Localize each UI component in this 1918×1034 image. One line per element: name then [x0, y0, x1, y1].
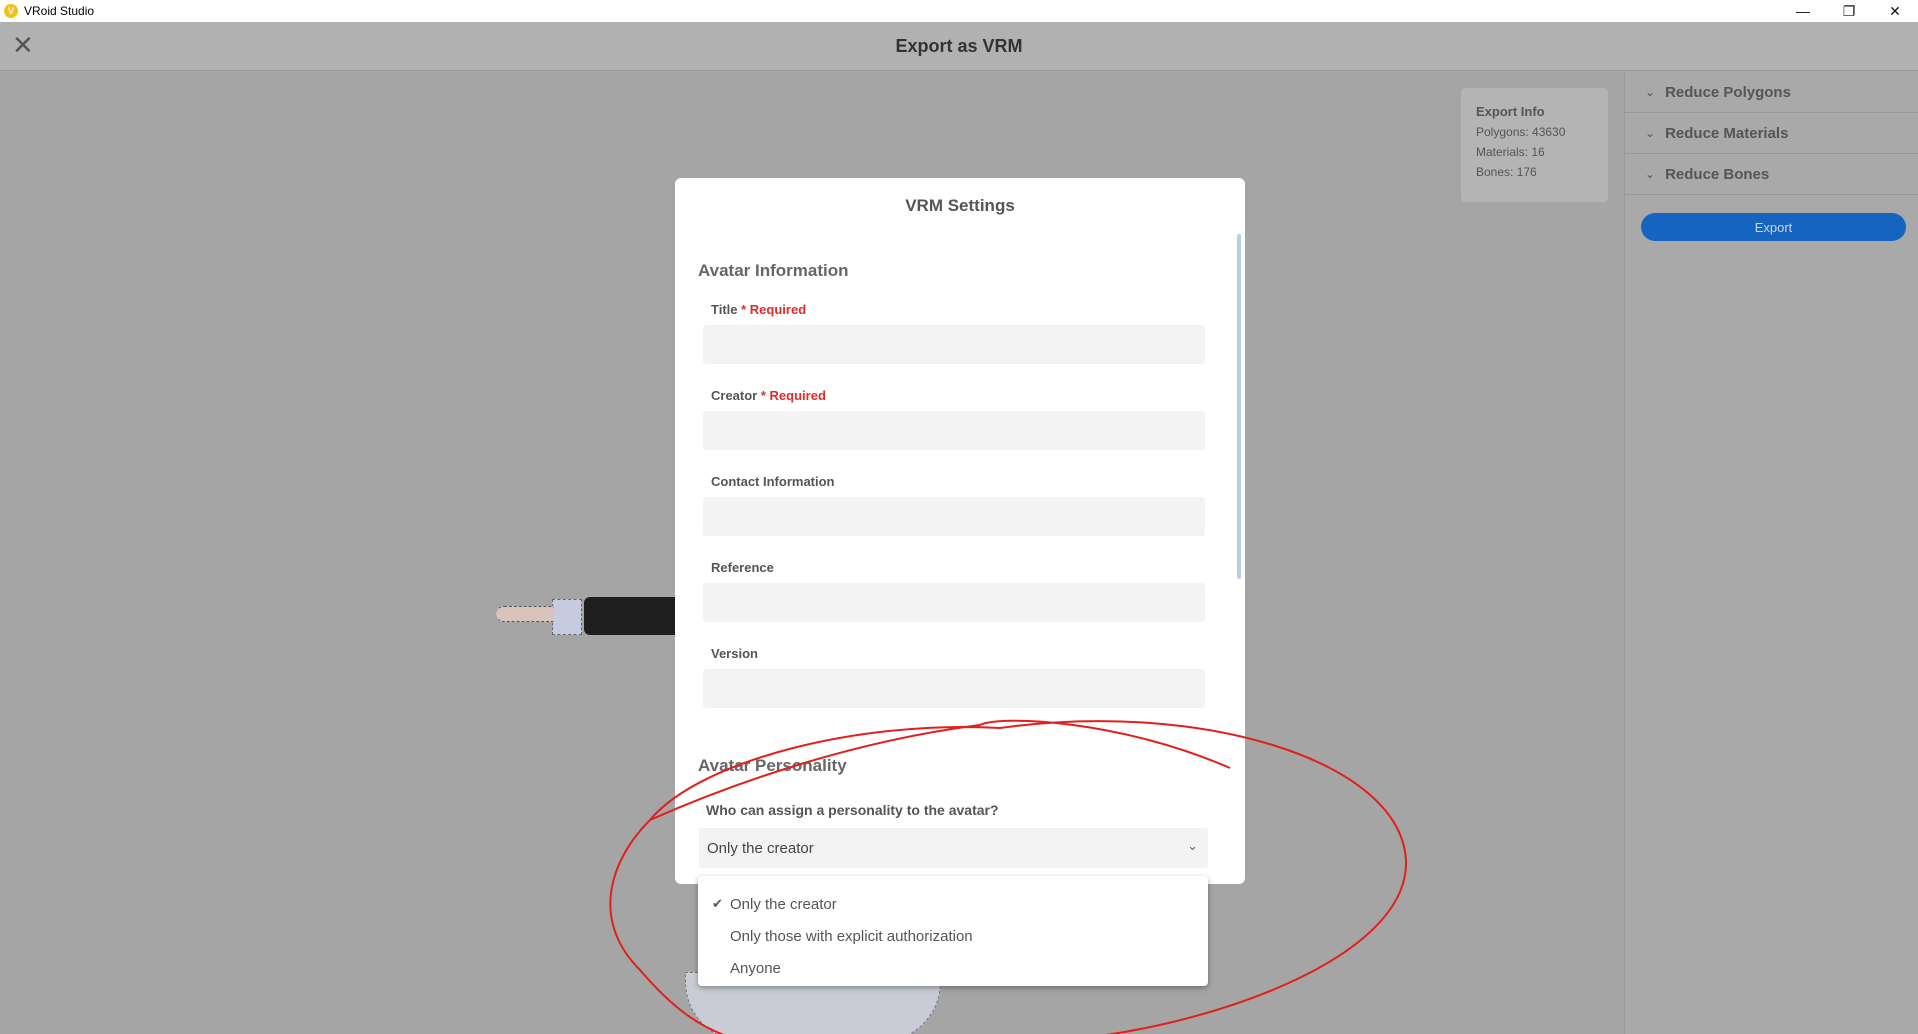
avatar-hand: [496, 606, 554, 622]
chevron-down-icon: ⌄: [1645, 126, 1656, 140]
minimize-button[interactable]: —: [1780, 0, 1826, 22]
avatar-arm-cuff: [552, 599, 582, 635]
reference-label: Reference: [711, 560, 774, 575]
option-label: Only those with explicit authorization: [730, 927, 973, 945]
reduce-materials-label: Reduce Materials: [1665, 124, 1789, 142]
personality-selected-value: Only the creator: [707, 839, 814, 857]
window-close-button[interactable]: ✕: [1872, 0, 1918, 22]
avatar-information-heading: Avatar Information: [698, 261, 849, 280]
personality-select[interactable]: Only the creator ⌄: [699, 828, 1208, 868]
option-anyone[interactable]: Anyone: [698, 952, 1208, 984]
bones-count: Bones: 176: [1476, 165, 1537, 179]
option-label: Anyone: [730, 959, 781, 977]
title-label-text: Title: [711, 302, 738, 317]
personality-dropdown-menu: ✔ Only the creator Only those with expli…: [698, 876, 1208, 986]
export-info-panel: Export Info Polygons: 43630 Materials: 1…: [1461, 88, 1608, 202]
vrm-settings-dialog: VRM Settings Avatar Information Title * …: [675, 178, 1245, 884]
app-title: VRoid Studio: [24, 4, 95, 18]
chevron-down-icon: ⌄: [1645, 85, 1656, 99]
dialog-title: VRM Settings: [905, 196, 1015, 215]
dialog-scrollbar[interactable]: [1237, 234, 1241, 579]
title-input[interactable]: [703, 325, 1205, 364]
reduce-polygons-section[interactable]: ⌄ Reduce Polygons: [1625, 72, 1918, 113]
chevron-down-icon: ⌄: [1187, 838, 1198, 853]
restore-button[interactable]: ❐: [1826, 0, 1872, 22]
reference-input[interactable]: [703, 583, 1205, 622]
export-button[interactable]: Export: [1641, 213, 1906, 241]
option-label: Only the creator: [730, 895, 837, 913]
export-header: ✕ Export as VRM: [0, 22, 1918, 71]
checkmark-icon: ✔: [712, 896, 723, 911]
export-info-title: Export Info: [1476, 104, 1545, 119]
option-explicit-authorization[interactable]: Only those with explicit authorization: [698, 920, 1208, 952]
contact-information-input[interactable]: [703, 497, 1205, 536]
window-controls: — ❐ ✕: [1780, 0, 1918, 22]
reduce-polygons-label: Reduce Polygons: [1665, 83, 1791, 101]
personality-question-label: Who can assign a personality to the avat…: [706, 802, 999, 818]
creator-input[interactable]: [703, 411, 1205, 450]
avatar-arm-sleeve: [584, 597, 678, 635]
required-marker: * Required: [741, 302, 807, 317]
creator-label: Creator * Required: [711, 388, 826, 403]
avatar-personality-heading: Avatar Personality: [698, 756, 847, 775]
polygons-count: Polygons: 43630: [1476, 125, 1566, 139]
window-titlebar: V VRoid Studio — ❐ ✕: [0, 0, 1918, 22]
creator-label-text: Creator: [711, 388, 758, 403]
page-title: Export as VRM: [895, 36, 1023, 56]
reduce-bones-section[interactable]: ⌄ Reduce Bones: [1625, 154, 1918, 195]
contact-information-label: Contact Information: [711, 474, 835, 489]
version-label: Version: [711, 646, 758, 661]
reduce-materials-section[interactable]: ⌄ Reduce Materials: [1625, 113, 1918, 154]
reduce-bones-label: Reduce Bones: [1665, 165, 1770, 183]
vroid-logo-icon: V: [4, 4, 18, 18]
version-input[interactable]: [703, 669, 1205, 708]
option-only-creator[interactable]: ✔ Only the creator: [698, 888, 1208, 920]
chevron-down-icon: ⌄: [1645, 167, 1656, 181]
title-label: Title * Required: [711, 302, 806, 317]
required-marker: * Required: [760, 388, 826, 403]
export-options-panel: ⌄ Reduce Polygons ⌄ Reduce Materials ⌄ R…: [1624, 72, 1918, 1034]
materials-count: Materials: 16: [1476, 145, 1545, 159]
